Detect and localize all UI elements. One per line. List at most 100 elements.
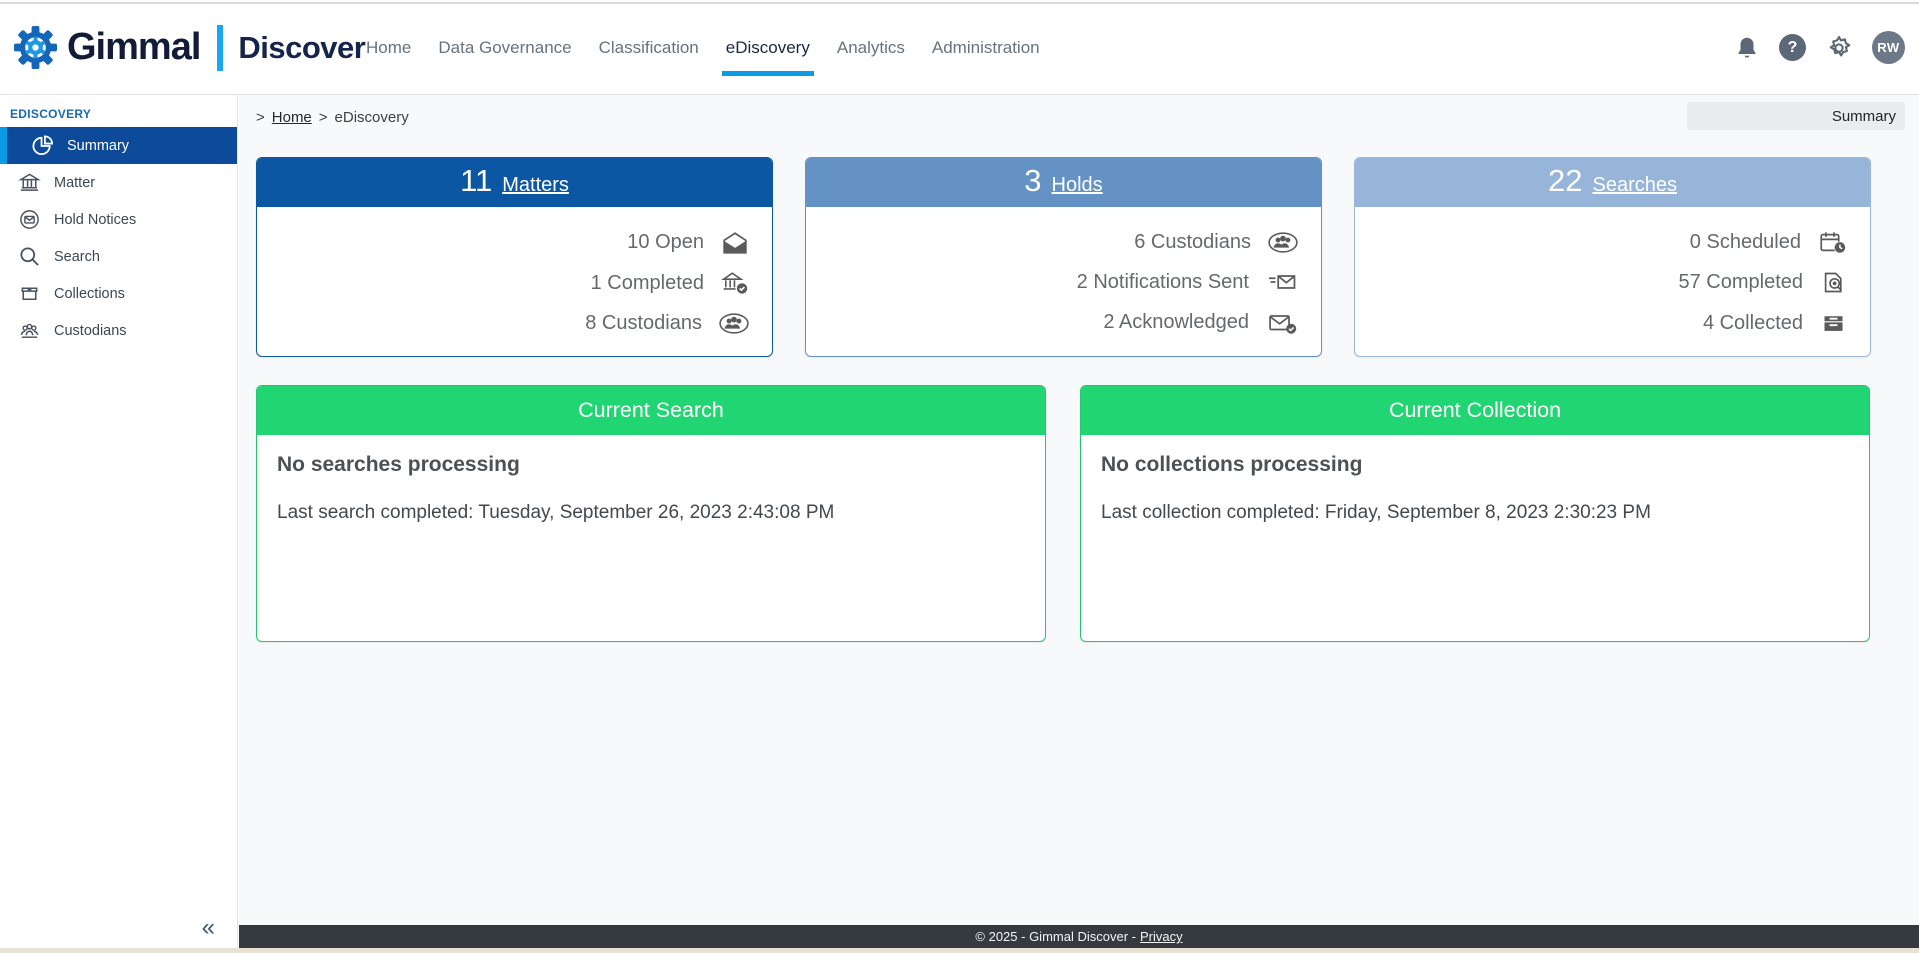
nav-ediscovery-label: eDiscovery xyxy=(726,38,810,57)
archive-drawer-icon xyxy=(1819,310,1848,337)
current-collection-header: Current Collection xyxy=(1081,386,1869,435)
bank-icon xyxy=(18,171,41,194)
stat-row-acknowledged: 2 Acknowledged xyxy=(1103,310,1299,336)
open-envelope-icon xyxy=(720,230,750,256)
active-item-strip xyxy=(0,127,7,164)
searches-card-body: 0 Scheduled 57 Completed xyxy=(1355,207,1870,357)
sidebar-item-matter[interactable]: Matter xyxy=(0,164,237,201)
stat-row-label: 6 Custodians xyxy=(1134,231,1251,254)
sidebar: EDISCOVERY Summary Matter xyxy=(0,95,238,948)
search-status-message: No searches processing xyxy=(277,453,1025,477)
stat-row-scheduled: 0 Scheduled xyxy=(1690,229,1848,256)
searches-link[interactable]: Searches xyxy=(1592,174,1677,197)
stat-row-custodians: 8 Custodians xyxy=(585,311,750,336)
breadcrumb-home-link[interactable]: Home xyxy=(272,109,312,126)
holds-card: 3 Holds 6 Custodians xyxy=(805,157,1322,357)
stat-row-label: 8 Custodians xyxy=(585,312,702,335)
current-search-body: No searches processing Last search compl… xyxy=(257,435,1045,542)
last-search-completed: Last search completed: Tuesday, Septembe… xyxy=(277,502,1025,524)
current-collection-card: Current Collection No collections proces… xyxy=(1080,385,1870,642)
window-bottom-strip xyxy=(0,948,1919,953)
collection-status-message: No collections processing xyxy=(1101,453,1849,477)
custodians-oval-icon xyxy=(718,311,750,336)
current-search-card: Current Search No searches processing La… xyxy=(256,385,1046,642)
sidebar-collapse-button[interactable]: « xyxy=(202,914,215,942)
stat-cards-row: 11 Matters 10 Open 1 Completed xyxy=(256,157,1871,357)
bell-icon[interactable] xyxy=(1734,35,1760,61)
sidebar-item-search[interactable]: Search xyxy=(0,238,237,275)
holds-link[interactable]: Holds xyxy=(1052,174,1103,197)
sidebar-item-summary[interactable]: Summary xyxy=(0,127,237,164)
breadcrumb-current: eDiscovery xyxy=(335,109,409,126)
stat-row-label: 10 Open xyxy=(627,231,704,254)
document-search-icon xyxy=(1819,269,1848,296)
nav-ediscovery[interactable]: eDiscovery xyxy=(720,34,816,62)
brand-divider xyxy=(217,25,223,71)
envelope-check-icon xyxy=(1265,310,1299,336)
page-title: Summary xyxy=(1687,102,1905,130)
stat-row-collected: 4 Collected xyxy=(1703,310,1848,337)
stat-row-open: 10 Open xyxy=(627,230,750,256)
sidebar-item-label: Collections xyxy=(54,286,125,302)
searches-card: 22 Searches 0 Scheduled xyxy=(1354,157,1871,357)
stat-row-custodians: 6 Custodians xyxy=(1134,230,1299,255)
box-icon xyxy=(18,282,41,305)
matters-card-header: 11 Matters xyxy=(257,158,772,207)
stat-row-completed: 57 Completed xyxy=(1678,269,1848,296)
top-header: Gimmal Discover Home Data Governance Cla… xyxy=(0,0,1919,95)
custodians-oval-icon xyxy=(1267,230,1299,255)
breadcrumb-prefix: > xyxy=(256,109,265,126)
searches-count: 22 xyxy=(1548,165,1582,196)
stat-row-notifications-sent: 2 Notifications Sent xyxy=(1077,269,1299,295)
matters-link[interactable]: Matters xyxy=(502,174,569,197)
nav-data-governance[interactable]: Data Governance xyxy=(432,34,577,62)
active-tab-underline xyxy=(722,71,814,76)
stat-row-label: 4 Collected xyxy=(1703,312,1803,335)
nav-administration[interactable]: Administration xyxy=(926,34,1046,62)
user-avatar[interactable]: RW xyxy=(1872,31,1905,64)
brand-logo[interactable]: Gimmal Discover xyxy=(12,0,365,95)
matters-card: 11 Matters 10 Open 1 Completed xyxy=(256,157,773,357)
sidebar-item-label: Matter xyxy=(54,175,95,191)
footer: © 2025 - Gimmal Discover - Privacy xyxy=(239,925,1919,948)
stat-row-label: 2 Notifications Sent xyxy=(1077,271,1249,294)
sidebar-item-label: Custodians xyxy=(54,323,127,339)
sidebar-item-collections[interactable]: Collections xyxy=(0,275,237,312)
stat-row-label: 0 Scheduled xyxy=(1690,231,1801,254)
sidebar-item-label: Hold Notices xyxy=(54,212,136,228)
gear-icon[interactable] xyxy=(1825,34,1853,62)
breadcrumb: > Home > eDiscovery xyxy=(256,109,409,126)
bank-check-icon xyxy=(720,270,750,296)
magnifier-icon xyxy=(18,245,41,268)
gimmal-discover-app: Gimmal Discover Home Data Governance Cla… xyxy=(0,0,1919,953)
status-cards-row: Current Search No searches processing La… xyxy=(256,385,1870,642)
stat-row-label: 57 Completed xyxy=(1678,271,1803,294)
last-collection-completed: Last collection completed: Friday, Septe… xyxy=(1101,502,1849,524)
stat-row-label: 2 Acknowledged xyxy=(1103,311,1249,334)
nav-home[interactable]: Home xyxy=(360,34,417,62)
envelope-circle-icon xyxy=(18,208,41,231)
brand-name: Gimmal xyxy=(67,26,200,69)
product-name: Discover xyxy=(238,30,365,66)
nav-classification[interactable]: Classification xyxy=(593,34,705,62)
header-actions: ? RW xyxy=(1734,0,1905,95)
help-icon[interactable]: ? xyxy=(1779,34,1806,61)
privacy-link[interactable]: Privacy xyxy=(1140,929,1183,944)
current-search-header: Current Search xyxy=(257,386,1045,435)
nav-analytics[interactable]: Analytics xyxy=(831,34,911,62)
breadcrumb-separator: > xyxy=(319,109,328,126)
sidebar-item-hold-notices[interactable]: Hold Notices xyxy=(0,201,237,238)
sidebar-item-custodians[interactable]: Custodians xyxy=(0,312,237,349)
send-envelope-icon xyxy=(1265,269,1299,295)
main-nav: Home Data Governance Classification eDis… xyxy=(360,0,1046,95)
calendar-clock-icon xyxy=(1817,229,1848,256)
holds-card-body: 6 Custodians 2 Notifications Sent xyxy=(806,207,1321,357)
stat-row-completed: 1 Completed xyxy=(591,270,750,296)
pie-chart-icon xyxy=(31,134,54,157)
matters-count: 11 xyxy=(460,165,492,196)
people-icon xyxy=(18,319,41,342)
main-content: > Home > eDiscovery Summary 11 Matters 1… xyxy=(239,95,1919,925)
current-collection-body: No collections processing Last collectio… xyxy=(1081,435,1869,542)
searches-card-header: 22 Searches xyxy=(1355,158,1870,207)
gimmal-gear-logo-icon xyxy=(12,24,59,71)
